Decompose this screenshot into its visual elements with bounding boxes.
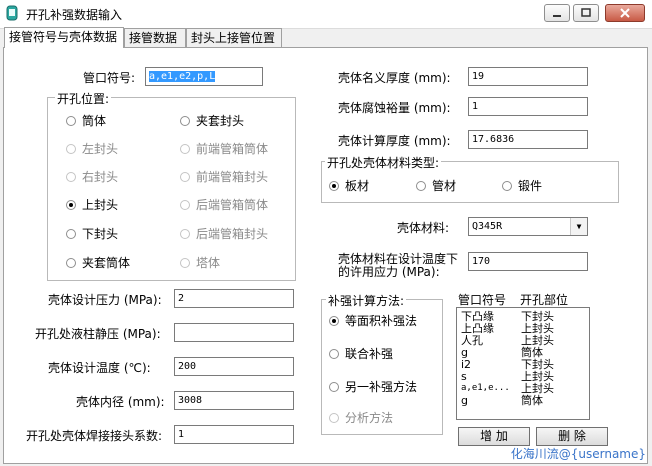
radio-plate[interactable]: 板材 — [329, 177, 369, 194]
radio-top-head[interactable]: 上封头 — [66, 196, 118, 213]
list-item[interactable]: 上凸缘 上封头 — [461, 323, 554, 334]
allowable-label-2: 的许用应力 (MPa): — [338, 265, 440, 279]
calc-thickness-label: 壳体计算厚度 (mm): — [338, 134, 451, 148]
main-panel: 管口符号: a,e1,e2,p,L 开孔位置: 筒体 夹套封头 左封头 前端管箱… — [3, 47, 648, 464]
nominal-thickness-input[interactable]: 19 — [468, 67, 588, 86]
list-item[interactable]: g 筒体 — [461, 395, 543, 406]
list-item[interactable]: g 筒体 — [461, 347, 543, 358]
radio-rear-channel-cylinder[interactable]: 后端管箱筒体 — [180, 196, 268, 213]
add-button[interactable]: 增 加 — [458, 427, 530, 446]
corrosion-input[interactable]: 1 — [468, 97, 588, 116]
radio-analysis[interactable]: 分析方法 — [329, 409, 393, 426]
minimize-icon — [553, 15, 561, 17]
weld-coef-label: 开孔处壳体焊接接头系数: — [26, 429, 163, 443]
close-icon — [620, 8, 630, 18]
radio-alternative[interactable]: 另一补强方法 — [329, 378, 417, 395]
material-type-title: 开孔处壳体材料类型: — [325, 154, 442, 171]
list-header-position: 开孔部位 — [520, 293, 569, 307]
inner-diameter-label: 壳体内径 (mm): — [76, 395, 165, 409]
watermark-text: 化海川流@{username} — [510, 447, 646, 461]
radio-forging[interactable]: 锻件 — [502, 177, 542, 194]
title-bar: 开孔补强数据输入 — [0, 0, 652, 29]
reinforce-method-title: 补强计算方法: — [326, 292, 407, 309]
radio-equal-area[interactable]: 等面积补强法 — [329, 312, 417, 329]
radio-combined[interactable]: 联合补强 — [329, 345, 393, 362]
list-item[interactable]: s 上封头 — [461, 371, 554, 382]
allowable-input[interactable]: 170 — [468, 252, 588, 271]
design-temp-input[interactable]: 200 — [174, 357, 294, 376]
radio-cylinder[interactable]: 筒体 — [66, 112, 106, 129]
list-item[interactable]: a,e1,e... 上封头 — [461, 383, 554, 394]
close-button[interactable] — [605, 4, 645, 22]
radio-front-channel-cylinder[interactable]: 前端管箱筒体 — [180, 140, 268, 157]
maximize-button[interactable] — [573, 4, 599, 22]
chevron-down-icon: ▼ — [570, 218, 587, 235]
calc-thickness-input[interactable]: 17.6836 — [468, 130, 588, 149]
tab-nozzle-data[interactable]: 接管数据 — [124, 28, 186, 47]
static-pressure-input[interactable] — [174, 323, 294, 342]
radio-pipe[interactable]: 管材 — [416, 177, 456, 194]
nominal-thickness-label: 壳体名义厚度 (mm): — [338, 71, 451, 85]
material-label: 壳体材料: — [397, 221, 450, 235]
radio-bottom-head[interactable]: 下封头 — [66, 225, 118, 242]
radio-left-head[interactable]: 左封头 — [66, 140, 118, 157]
design-pressure-input[interactable]: 2 — [174, 289, 294, 308]
window-title: 开孔补强数据输入 — [26, 8, 123, 22]
maximize-icon — [581, 8, 591, 17]
radio-right-head[interactable]: 右封头 — [66, 168, 118, 185]
design-pressure-label: 壳体设计压力 (MPa): — [48, 293, 162, 307]
radio-jacket-head[interactable]: 夹套封头 — [180, 112, 244, 129]
minimize-button[interactable] — [544, 4, 570, 22]
nozzle-symbol-label: 管口符号: — [83, 71, 136, 85]
material-select[interactable]: Q345R ▼ — [468, 217, 588, 236]
list-item[interactable]: 下凸缘 下封头 — [461, 311, 554, 322]
static-pressure-label: 开孔处液柱静压 (MPa): — [35, 327, 161, 341]
tab-nozzle-shell[interactable]: 接管符号与壳体数据 — [4, 27, 124, 48]
radio-jacket-cylinder[interactable]: 夹套筒体 — [66, 254, 130, 271]
nozzle-list[interactable]: 下凸缘 下封头 上凸缘 上封头 人孔 上封头 g 筒体 i2 下封头 s 上封头 a,e1,… — [456, 307, 590, 420]
list-item[interactable]: 人孔 上封头 — [461, 335, 554, 346]
tab-head-position[interactable]: 封头上接管位置 — [186, 28, 282, 47]
radio-front-channel-head[interactable]: 前端管箱封头 — [180, 168, 268, 185]
delete-button[interactable]: 删 除 — [536, 427, 608, 446]
nozzle-symbol-input[interactable]: a,e1,e2,p,L — [145, 67, 263, 86]
list-header-symbol: 管口符号 — [458, 293, 507, 307]
app-icon — [6, 5, 18, 21]
design-temp-label: 壳体设计温度 (℃): — [48, 361, 151, 375]
list-item[interactable]: i2 下封头 — [461, 359, 554, 370]
radio-tower[interactable]: 塔体 — [180, 254, 220, 271]
corrosion-label: 壳体腐蚀裕量 (mm): — [338, 101, 451, 115]
radio-rear-channel-head[interactable]: 后端管箱封头 — [180, 225, 268, 242]
weld-coef-input[interactable]: 1 — [174, 425, 294, 444]
opening-position-title: 开孔位置: — [55, 90, 112, 107]
inner-diameter-input[interactable]: 3008 — [174, 391, 294, 410]
